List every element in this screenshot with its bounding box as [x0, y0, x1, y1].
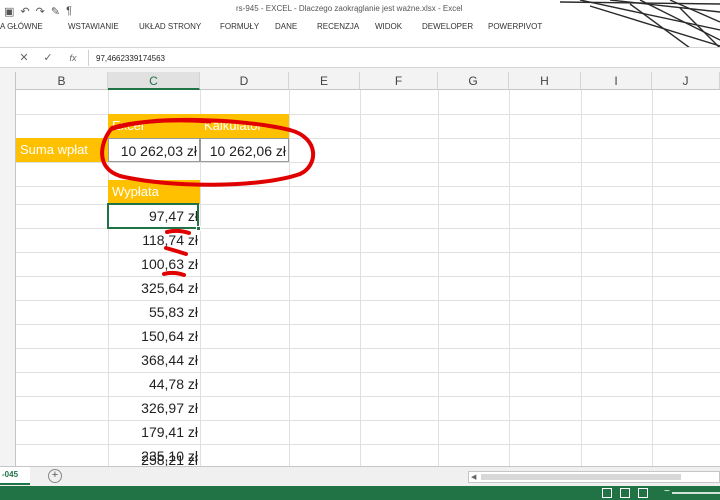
- column-header-h[interactable]: H: [509, 72, 581, 90]
- gridline: [509, 90, 510, 466]
- title-ribbon-bar: ▣ ↶ ↷ ✎ ¶ rs-945 - EXCEL - Dlaczego zaok…: [0, 0, 720, 48]
- tab-home[interactable]: A GŁÓWNE: [0, 22, 43, 31]
- wyplata-cell[interactable]: 100,63 zł: [108, 252, 200, 276]
- add-sheet-icon[interactable]: +: [48, 469, 62, 483]
- view-buttons: [602, 488, 648, 498]
- row-headers: [0, 72, 16, 466]
- wyplata-cell[interactable]: 258,21 zł: [108, 448, 200, 466]
- sheet-tab-bar: -045 + ◀: [0, 466, 720, 486]
- kalkulator-sum-cell[interactable]: 10 262,06 zł: [200, 138, 289, 162]
- worksheet-grid[interactable]: B C D E F G H I J Excel Kalkulator Suma …: [0, 68, 720, 466]
- formula-bar-separator: [88, 50, 89, 66]
- cancel-entry-icon[interactable]: ✕: [16, 50, 32, 66]
- tab-data[interactable]: DANE: [275, 22, 297, 31]
- gridline: [581, 90, 582, 466]
- column-header-j[interactable]: J: [652, 72, 720, 90]
- column-header-f[interactable]: F: [360, 72, 438, 90]
- wyplata-cell[interactable]: 97,47 zł: [108, 204, 200, 228]
- confirm-entry-icon[interactable]: ✓: [40, 50, 56, 66]
- undo-icon[interactable]: ↶: [20, 5, 29, 18]
- wyplata-cell[interactable]: 44,78 zł: [108, 372, 200, 396]
- column-header-c[interactable]: C: [108, 72, 200, 90]
- status-bar: −: [0, 486, 720, 500]
- wyplata-cell[interactable]: 179,41 zł: [108, 420, 200, 444]
- gridline: [652, 90, 653, 466]
- wyplata-cell[interactable]: 325,64 zł: [108, 276, 200, 300]
- tab-formulas[interactable]: FORMUŁY: [220, 22, 259, 31]
- save-icon[interactable]: ▣: [4, 5, 14, 18]
- wyplata-header[interactable]: Wypłata: [108, 180, 200, 204]
- scroll-left-icon[interactable]: ◀: [471, 473, 476, 481]
- tab-page-layout[interactable]: UKŁAD STRONY: [139, 22, 201, 31]
- formula-bar: ✕ ✓ fx: [0, 48, 720, 68]
- page-layout-view-icon[interactable]: [620, 488, 630, 498]
- page-break-view-icon[interactable]: [638, 488, 648, 498]
- wyplata-cell[interactable]: 118,74 zł: [108, 228, 200, 252]
- scroll-thumb[interactable]: [481, 474, 681, 480]
- excel-sum-cell[interactable]: 10 262,03 zł: [108, 138, 200, 162]
- text-icon[interactable]: ¶: [66, 5, 72, 17]
- brush-icon[interactable]: ✎: [51, 5, 60, 18]
- excel-column-label[interactable]: Excel: [108, 114, 200, 138]
- redo-icon[interactable]: ↷: [36, 5, 45, 18]
- formula-input[interactable]: [93, 49, 713, 67]
- tab-developer[interactable]: DEWELOPER: [422, 22, 473, 31]
- suma-wplat-label[interactable]: Suma wpłat: [16, 138, 108, 162]
- column-header-b[interactable]: B: [16, 72, 108, 90]
- horizontal-scrollbar[interactable]: ◀: [468, 471, 720, 483]
- wyplata-cell[interactable]: 326,97 zł: [108, 396, 200, 420]
- kalkulator-column-label[interactable]: Kalkulator: [200, 114, 289, 138]
- sheet-tab[interactable]: -045: [0, 467, 30, 485]
- gridline: [438, 90, 439, 466]
- tab-review[interactable]: RECENZJA: [317, 22, 359, 31]
- column-header-g[interactable]: G: [438, 72, 509, 90]
- wyplata-cell[interactable]: 55,83 zł: [108, 300, 200, 324]
- insert-function-icon[interactable]: fx: [65, 50, 81, 66]
- tab-view[interactable]: WIDOK: [375, 22, 402, 31]
- gridline: [16, 162, 720, 163]
- quick-access-toolbar: ▣ ↶ ↷ ✎ ¶: [4, 3, 72, 19]
- zoom-slider[interactable]: [672, 492, 720, 494]
- wyplata-cell[interactable]: 150,64 zł: [108, 324, 200, 348]
- zoom-out-icon[interactable]: −: [664, 486, 670, 498]
- decorative-branches: [559, 0, 720, 47]
- fill-handle[interactable]: [196, 226, 201, 231]
- wyplata-cell[interactable]: 368,44 zł: [108, 348, 200, 372]
- window-title: rs-945 - EXCEL - Dlaczego zaokrąglanie j…: [236, 4, 463, 13]
- tab-insert[interactable]: WSTAWIANIE: [68, 22, 119, 31]
- gridline: [360, 90, 361, 466]
- column-header-d[interactable]: D: [200, 72, 289, 90]
- column-header-e[interactable]: E: [289, 72, 360, 90]
- normal-view-icon[interactable]: [602, 488, 612, 498]
- column-header-i[interactable]: I: [581, 72, 652, 90]
- gridline: [289, 90, 290, 466]
